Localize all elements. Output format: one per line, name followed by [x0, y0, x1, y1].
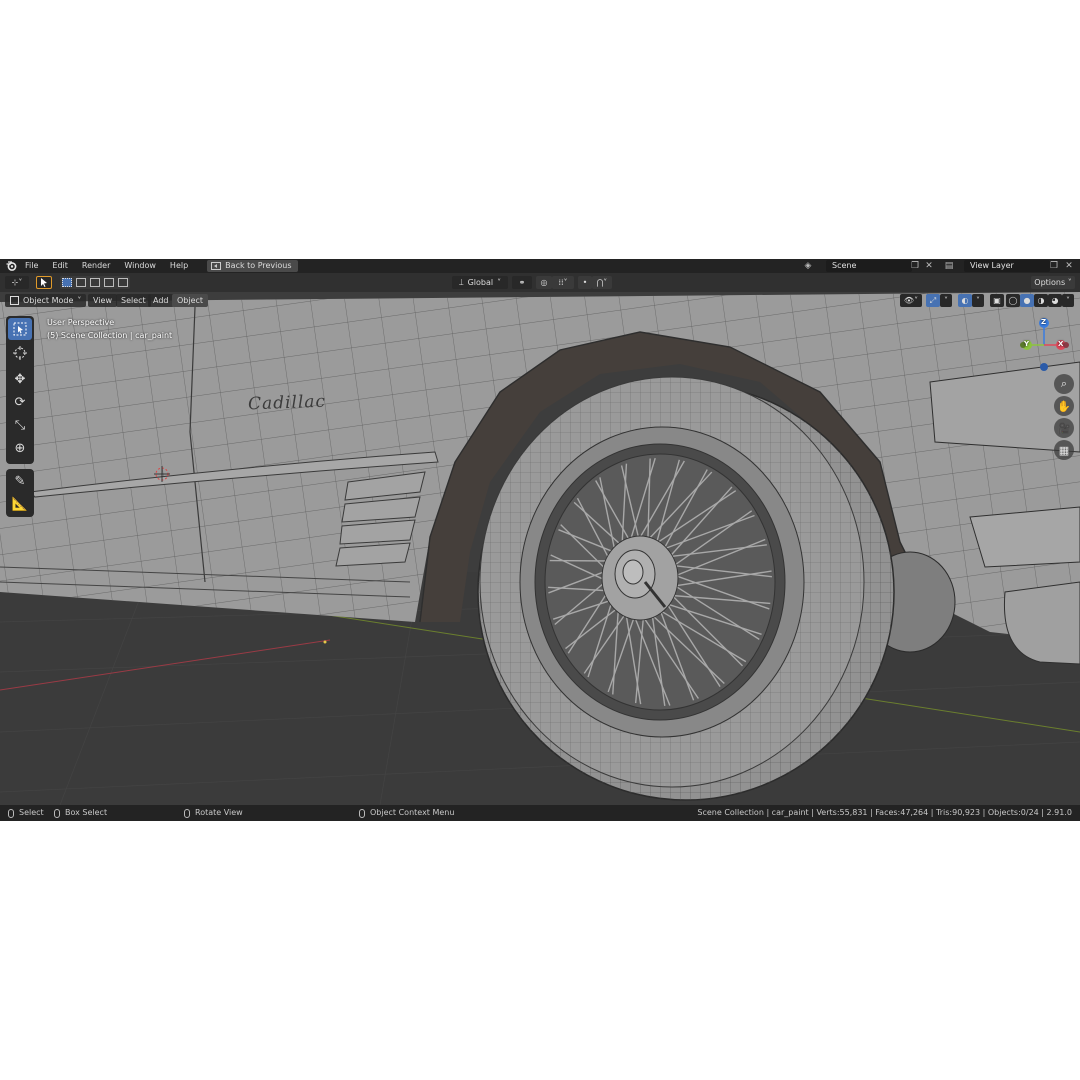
cursor-icon[interactable]	[8, 342, 32, 364]
orientation-dropdown[interactable]: ⟘ Global ˅	[452, 276, 508, 289]
status-box-select-label: Box Select	[65, 808, 108, 817]
menu-view[interactable]: View	[88, 294, 117, 307]
status-context-menu-label: Object Context Menu	[370, 808, 455, 817]
menu-help[interactable]: Help	[163, 259, 195, 273]
solid-shading-icon[interactable]: ●	[1020, 294, 1034, 307]
editor-type-button[interactable]: ⊹˅	[5, 276, 29, 289]
options-label: Options	[1034, 278, 1066, 287]
wireframe-shading-icon[interactable]: ◯	[1006, 294, 1020, 307]
delete-scene-icon[interactable]: ✕	[924, 261, 934, 271]
status-context-menu: Object Context Menu	[359, 805, 454, 821]
select-extend-icon[interactable]	[76, 278, 86, 287]
select-tool-icon[interactable]	[36, 276, 52, 289]
mouse-middle-icon	[184, 808, 190, 818]
orientation-label: Global	[467, 278, 494, 287]
zoom-icon[interactable]: ⌕	[1054, 374, 1074, 394]
new-scene-icon[interactable]: ❐	[910, 261, 920, 271]
scene-field[interactable]: Scene	[826, 260, 912, 272]
perspective-label: User Perspective	[47, 318, 115, 327]
back-to-previous-label: Back to Previous	[225, 261, 292, 270]
mode-dropdown[interactable]: Object Mode ˅	[5, 294, 87, 307]
status-select-label: Select	[19, 808, 44, 817]
rendered-shading-icon[interactable]: ◕	[1048, 294, 1062, 307]
rotate-icon[interactable]: ⟳	[8, 391, 32, 413]
annotate-shelf: ✎ 📐	[6, 469, 34, 517]
cadillac-emblem: Cadillac	[247, 391, 327, 415]
back-to-previous-button[interactable]: Back to Previous	[207, 260, 298, 272]
menu-render[interactable]: Render	[75, 259, 117, 273]
gizmo-x-label[interactable]: X	[1058, 340, 1063, 348]
orientation-icon: ⟘	[458, 278, 464, 287]
scene-render	[0, 292, 1080, 805]
status-rotate-view-label: Rotate View	[195, 808, 243, 817]
gizmo-toggle-icon[interactable]: ⤢	[926, 294, 940, 307]
gizmo-y-label[interactable]: Y	[1024, 340, 1029, 348]
select-box-icon[interactable]	[8, 318, 32, 340]
chevron-down-icon[interactable]: ˅	[940, 294, 952, 307]
xray-icon[interactable]: ▣	[990, 294, 1004, 307]
status-rotate-view: Rotate View	[184, 805, 243, 821]
screen-icon	[211, 262, 222, 270]
material-shading-icon[interactable]: ◑	[1034, 294, 1048, 307]
menu-add[interactable]: Add	[148, 294, 174, 307]
transform-icon[interactable]: ⊕	[8, 437, 32, 459]
grid-icon[interactable]: ▦	[1054, 440, 1074, 460]
selection-mode-group	[60, 276, 130, 289]
object-mode-icon	[10, 296, 19, 305]
3d-viewport[interactable]: Z Y X Cadillac	[0, 292, 1080, 805]
menu-edit[interactable]: Edit	[45, 259, 75, 273]
menu-file[interactable]: File	[18, 259, 45, 273]
mouse-left-icon	[8, 808, 14, 818]
options-dropdown[interactable]: Options ˅	[1031, 276, 1075, 289]
measure-icon[interactable]: 📐	[8, 493, 32, 515]
editor-type-icon: ⊹˅	[11, 278, 23, 287]
top-menu-bar: File Edit Render Window Help Back to Pre…	[0, 259, 1080, 273]
viewport-header: ⊹˅ ⟘ Global ˅ ⚭ ◎ ⁞⁞˅ • ⋂˅ Options ˅	[0, 273, 1080, 292]
blender-logo-icon[interactable]	[4, 259, 18, 273]
blender-window: File Edit Render Window Help Back to Pre…	[0, 259, 1080, 821]
falloff-icon[interactable]: ⋂˅	[592, 276, 612, 289]
visibility-icon[interactable]: 👁˅	[900, 294, 922, 307]
pivot-point-icon[interactable]: ⚭	[512, 276, 532, 289]
collection-label: (5) Scene Collection | car_paint	[47, 331, 173, 340]
select-subtract-icon[interactable]	[90, 278, 100, 287]
menu-window[interactable]: Window	[117, 259, 163, 273]
overlay-toggle-icon[interactable]: ◐	[958, 294, 972, 307]
view-layer-icon[interactable]: ▤	[944, 261, 954, 271]
mouse-right-icon	[359, 808, 365, 818]
tool-header: Object Mode ˅ View Select Add Object 👁˅ …	[0, 292, 1080, 310]
chevron-down-icon[interactable]: ˅	[1062, 294, 1074, 307]
snap-target-icon[interactable]: ⁞⁞˅	[552, 276, 574, 289]
status-box-select: Box Select	[54, 805, 107, 821]
snap-icon[interactable]: ◎	[536, 276, 552, 289]
mouse-drag-icon	[54, 808, 60, 818]
select-intersect-icon[interactable]	[118, 278, 128, 287]
chevron-down-icon: ˅	[77, 296, 82, 305]
status-select: Select	[8, 805, 44, 821]
move-icon[interactable]: ✥	[8, 368, 32, 390]
select-new-icon[interactable]	[62, 278, 72, 287]
mode-label: Object Mode	[23, 296, 74, 305]
hand-icon[interactable]: ✋	[1054, 396, 1074, 416]
status-bar: Select Box Select Rotate View Object Con…	[0, 805, 1080, 821]
select-invert-icon[interactable]	[104, 278, 114, 287]
proportional-edit-icon[interactable]: •	[578, 276, 592, 289]
annotate-icon[interactable]: ✎	[8, 470, 32, 492]
scale-icon[interactable]: ⤡	[8, 414, 32, 436]
status-stats: Scene Collection | car_paint | Verts:55,…	[697, 808, 1072, 817]
tool-shelf: ✥ ⟳ ⤡ ⊕	[6, 316, 34, 464]
chevron-down-icon[interactable]: ˅	[972, 294, 984, 307]
scene-icon[interactable]: ◈	[803, 261, 813, 271]
chevron-down-icon: ˅	[497, 278, 502, 287]
delete-view-layer-icon[interactable]: ✕	[1064, 261, 1074, 271]
gizmo-z-label[interactable]: Z	[1041, 318, 1046, 326]
view-layer-field[interactable]: View Layer	[964, 260, 1050, 272]
menu-select[interactable]: Select	[116, 294, 151, 307]
menu-object[interactable]: Object	[172, 294, 209, 307]
camera-icon[interactable]: 🎥	[1054, 418, 1074, 438]
new-view-layer-icon[interactable]: ❐	[1049, 261, 1059, 271]
